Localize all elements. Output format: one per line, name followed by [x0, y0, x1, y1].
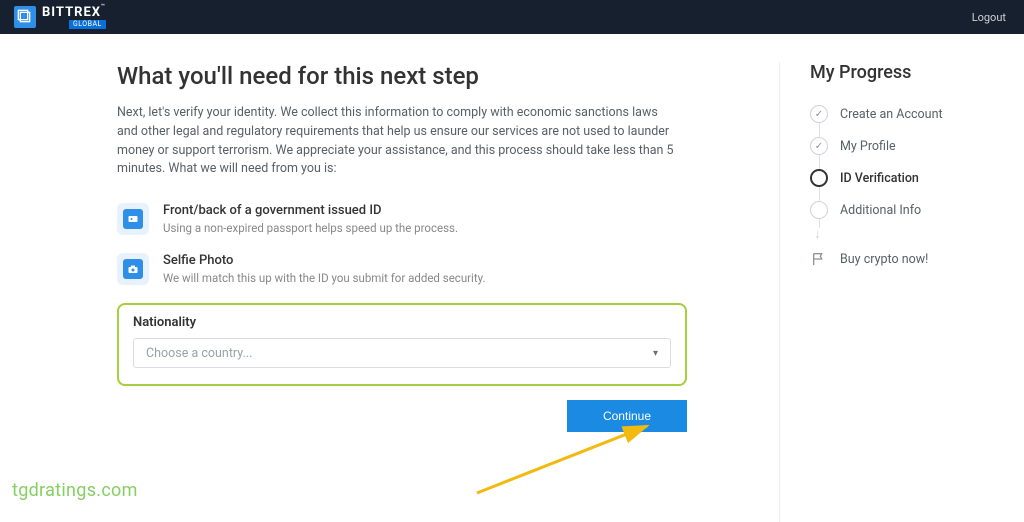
step-my-profile: ✓ My Profile	[810, 137, 1024, 155]
progress-steps: ✓ Create an Account ✓ My Profile ID Veri…	[810, 105, 1024, 268]
step-additional-info: Additional Info	[810, 201, 1024, 219]
brand-subtitle: GLOBAL	[69, 20, 106, 29]
current-step-icon	[810, 169, 828, 187]
requirement-id-sub: Using a non-expired passport helps speed…	[163, 221, 458, 235]
requirement-id-title: Front/back of a government issued ID	[163, 203, 458, 218]
continue-button[interactable]: Continue	[567, 400, 687, 432]
nationality-section: Nationality Choose a country... ▾	[117, 303, 687, 386]
nationality-placeholder: Choose a country...	[146, 346, 252, 361]
requirement-id: Front/back of a government issued ID Usi…	[117, 203, 779, 235]
app-header: BITTREX™ GLOBAL Logout	[0, 0, 1024, 34]
logo-icon	[14, 6, 36, 28]
nationality-select[interactable]: Choose a country... ▾	[133, 338, 671, 368]
nationality-label: Nationality	[133, 315, 671, 330]
step-label: Additional Info	[840, 203, 921, 218]
step-label: Create an Account	[840, 107, 943, 122]
camera-icon	[117, 253, 149, 285]
requirement-selfie: Selfie Photo We will match this up with …	[117, 253, 779, 285]
progress-title: My Progress	[810, 62, 1024, 83]
step-create-account: ✓ Create an Account	[810, 105, 1024, 123]
brand-tm: ™	[101, 3, 106, 10]
requirement-selfie-title: Selfie Photo	[163, 253, 486, 268]
logo-text: BITTREX™ GLOBAL	[42, 6, 106, 29]
logout-link[interactable]: Logout	[972, 11, 1006, 24]
pending-step-icon	[810, 201, 828, 219]
step-buy-crypto: Buy crypto now!	[810, 250, 1024, 268]
progress-sidebar: My Progress ✓ Create an Account ✓ My Pro…	[780, 62, 1024, 522]
check-icon: ✓	[810, 105, 828, 123]
down-arrow-icon: ↓	[814, 225, 1024, 242]
page-title: What you'll need for this next step	[117, 62, 779, 90]
watermark: tgdratings.com	[12, 480, 138, 501]
requirement-selfie-sub: We will match this up with the ID you su…	[163, 271, 486, 285]
check-icon: ✓	[810, 137, 828, 155]
step-label: Buy crypto now!	[840, 252, 928, 267]
intro-text: Next, let's verify your identity. We col…	[117, 104, 677, 179]
flag-icon	[810, 250, 828, 268]
brand-logo[interactable]: BITTREX™ GLOBAL	[14, 6, 106, 29]
chevron-down-icon: ▾	[653, 348, 658, 359]
id-card-icon	[117, 203, 149, 235]
step-id-verification: ID Verification	[810, 169, 1024, 187]
step-label: My Profile	[840, 139, 896, 154]
brand-name: BITTREX	[42, 5, 101, 20]
step-label: ID Verification	[840, 171, 919, 186]
main-panel: What you'll need for this next step Next…	[0, 62, 780, 522]
